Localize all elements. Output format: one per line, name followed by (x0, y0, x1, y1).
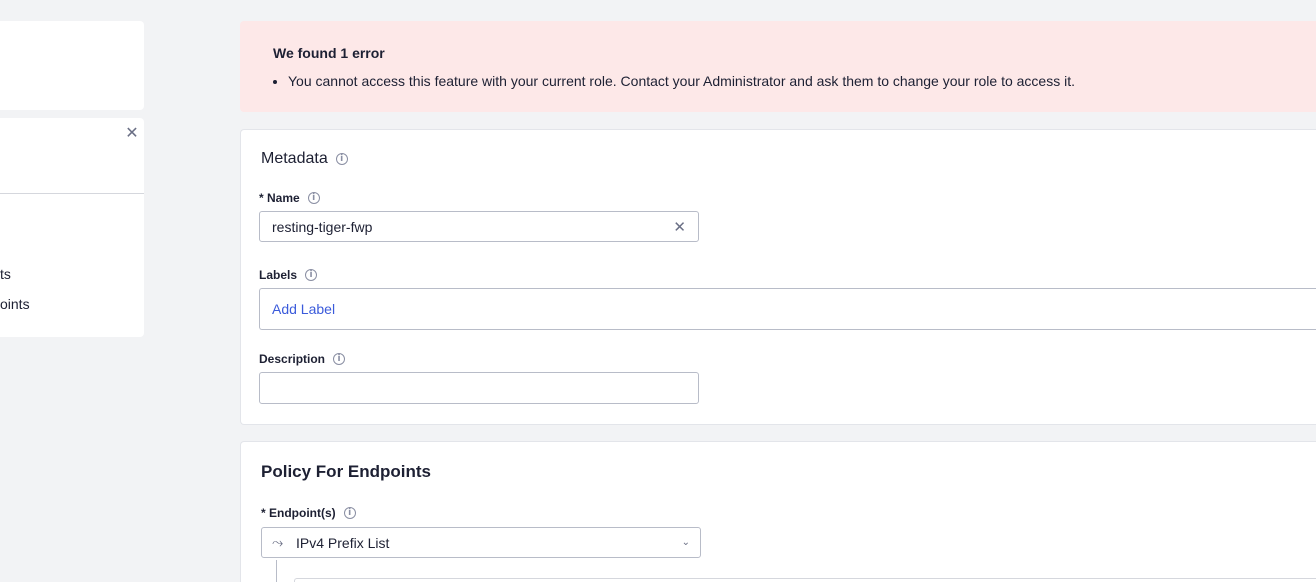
tree-connector (276, 560, 277, 582)
description-input[interactable] (259, 372, 699, 404)
labels-label: Labels i (259, 268, 318, 282)
info-icon[interactable]: i (335, 153, 348, 165)
error-title: We found 1 error (273, 45, 385, 61)
info-icon[interactable]: i (305, 269, 318, 281)
clear-icon[interactable]: ✕ (673, 218, 686, 236)
chevron-down-icon[interactable]: ⌄ (682, 537, 690, 548)
close-icon[interactable]: ✕ (124, 126, 140, 142)
add-label-link[interactable]: Add Label (272, 301, 335, 317)
policy-title: Policy For Endpoints (261, 462, 432, 481)
policy-section: Policy For Endpoints * Endpoint(s) i ⤳ I… (240, 441, 1316, 582)
info-icon[interactable]: i (343, 507, 356, 519)
metadata-section: Metadata i * Name i resting-tiger-fwp ✕ … (240, 129, 1316, 425)
description-label: Description i (259, 352, 346, 366)
sidebar-item-1[interactable]: ts (0, 266, 12, 282)
info-icon[interactable]: i (307, 192, 320, 204)
sidebar-item-2[interactable]: oints (0, 296, 30, 312)
route-icon: ⤳ (272, 534, 284, 551)
name-input[interactable]: resting-tiger-fwp ✕ (259, 211, 699, 242)
endpoints-value: IPv4 Prefix List (296, 534, 390, 551)
name-label-text: * Name (259, 191, 300, 205)
endpoints-label-text: * Endpoint(s) (261, 506, 336, 520)
error-banner: We found 1 error You cannot access this … (240, 21, 1316, 112)
error-message: You cannot access this feature with your… (288, 73, 1075, 89)
sidebar-divider (0, 193, 144, 194)
name-value: resting-tiger-fwp (272, 218, 373, 235)
info-icon[interactable]: i (333, 353, 346, 365)
description-label-text: Description (259, 352, 326, 366)
error-list: You cannot access this feature with your… (288, 73, 1075, 89)
sidebar-item-label: ts (0, 266, 11, 282)
labels-input[interactable]: Add Label (259, 288, 1316, 330)
endpoints-select[interactable]: ⤳ IPv4 Prefix List ⌄ (261, 527, 701, 558)
sidebar-item-label: oints (0, 296, 30, 312)
metadata-title-text: Metadata (261, 150, 328, 167)
endpoints-label: * Endpoint(s) i (261, 506, 356, 520)
sidebar-top-card (0, 21, 144, 110)
nested-endpoint-box (294, 578, 1316, 582)
labels-label-text: Labels (259, 268, 298, 282)
metadata-title: Metadata i (261, 150, 348, 168)
name-label: * Name i (259, 191, 320, 205)
